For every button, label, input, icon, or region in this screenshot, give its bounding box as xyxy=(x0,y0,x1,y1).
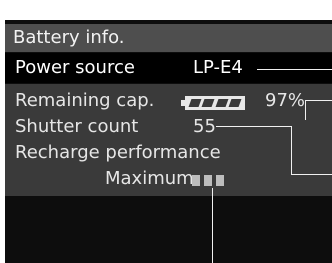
remaining-capacity-percent: 97% xyxy=(265,90,306,111)
callout-line-power-source xyxy=(257,69,332,70)
battery-status-panel: Remaining cap. 97% Shutter count 55 Rech… xyxy=(5,84,332,196)
shutter-count-value: 55 xyxy=(193,116,216,137)
power-source-row: Power source LP-E4 xyxy=(5,53,332,83)
callout-line-remaining-cap xyxy=(305,100,332,101)
empty-area xyxy=(5,196,332,263)
shutter-count-label: Shutter count xyxy=(15,116,139,137)
recharge-performance-box-2 xyxy=(204,175,212,186)
recharge-performance-box-1 xyxy=(192,175,200,186)
screen-title: Battery info. xyxy=(5,24,332,52)
power-source-label: Power source xyxy=(15,57,135,78)
power-source-value: LP-E4 xyxy=(193,57,243,78)
callout-line-recharge-performance xyxy=(212,188,213,263)
recharge-performance-label: Recharge performance xyxy=(15,142,221,163)
callout-line-shutter-count-drop xyxy=(291,126,292,174)
callout-line-remaining-cap-drop xyxy=(305,100,306,120)
recharge-performance-level: Maximum xyxy=(105,168,194,189)
battery-info-screen: Battery info. Power source LP-E4 Remaini… xyxy=(5,20,332,263)
callout-line-shutter-count xyxy=(216,126,291,127)
remaining-capacity-label: Remaining cap. xyxy=(15,90,155,111)
battery-level-icon xyxy=(185,96,245,110)
recharge-performance-box-3 xyxy=(216,175,224,186)
callout-line-shutter-count-end xyxy=(291,174,332,175)
